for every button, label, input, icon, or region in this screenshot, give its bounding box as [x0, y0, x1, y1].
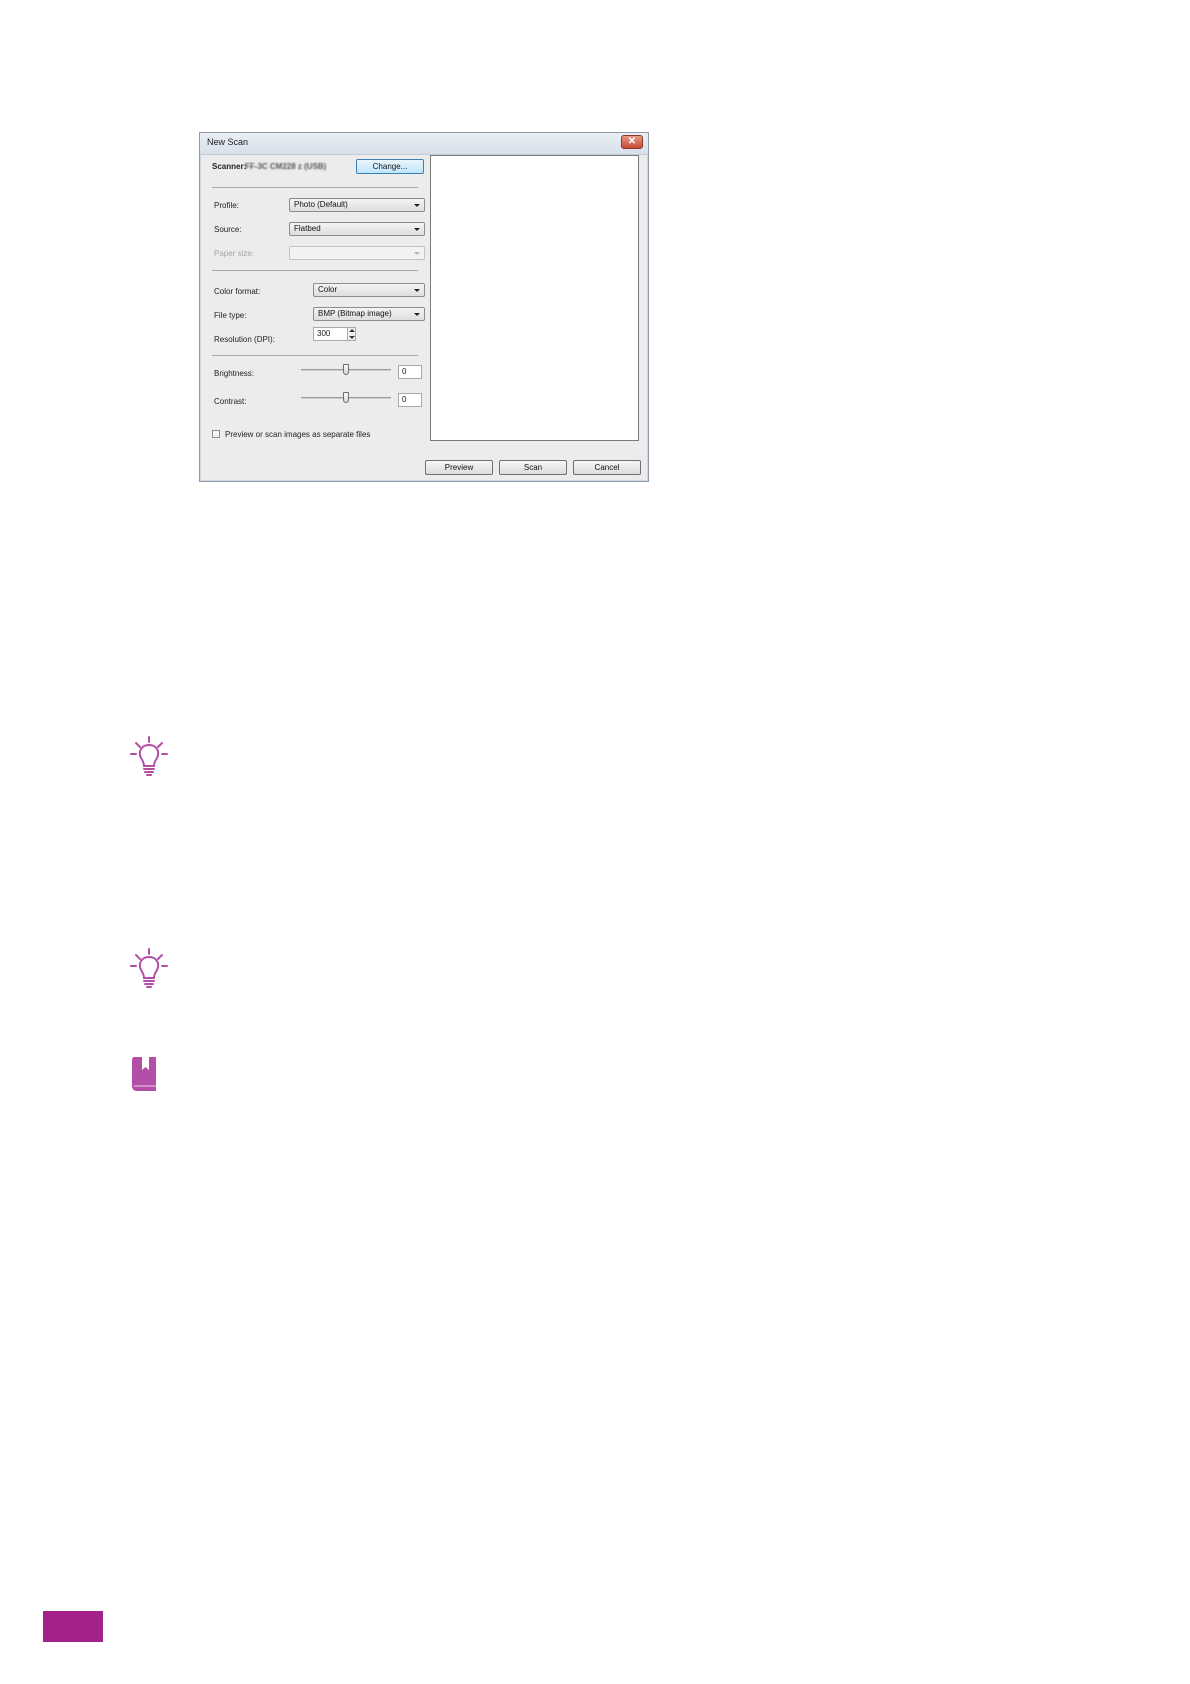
brightness-input[interactable]: 0 — [398, 365, 422, 379]
brightness-label: Brightness: — [214, 369, 255, 378]
contrast-label: Contrast: — [214, 397, 247, 406]
preview-button[interactable]: Preview — [425, 460, 493, 475]
chevron-down-icon — [414, 289, 420, 292]
title-bar[interactable]: New Scan ✕ — [200, 133, 648, 155]
resolution-spinner[interactable] — [347, 327, 356, 341]
divider — [212, 355, 418, 356]
cancel-button[interactable]: Cancel — [573, 460, 641, 475]
close-button[interactable]: ✕ — [621, 135, 643, 149]
contrast-input[interactable]: 0 — [398, 393, 422, 407]
color-format-select[interactable]: Color — [313, 283, 425, 297]
color-format-value: Color — [318, 285, 338, 294]
source-select[interactable]: Flatbed — [289, 222, 425, 236]
source-label: Source: — [214, 225, 242, 234]
divider — [212, 187, 418, 188]
scan-button[interactable]: Scan — [499, 460, 567, 475]
color-format-label: Color format: — [214, 287, 261, 296]
chevron-down-icon — [414, 228, 420, 231]
dialog-title: New Scan — [207, 137, 249, 147]
paper-size-select — [289, 246, 425, 260]
separate-files-label: Preview or scan images as separate files — [225, 430, 371, 439]
source-value: Flatbed — [294, 224, 321, 233]
profile-value: Photo (Default) — [294, 200, 348, 209]
scanner-label: Scanner: — [212, 162, 247, 171]
lightbulb-icon — [130, 736, 168, 776]
file-type-value: BMP (Bitmap image) — [318, 309, 392, 318]
spin-down-icon[interactable] — [349, 336, 355, 339]
spin-up-icon[interactable] — [349, 329, 355, 332]
chevron-down-icon — [414, 313, 420, 316]
file-type-select[interactable]: BMP (Bitmap image) — [313, 307, 425, 321]
change-scanner-button[interactable]: Change... — [356, 159, 424, 174]
chevron-down-icon — [414, 252, 420, 255]
resolution-label: Resolution (DPI): — [214, 335, 275, 344]
scan-preview-area — [430, 155, 639, 441]
scanner-name: FF-3C CM228 z (USB) — [245, 162, 327, 171]
page-footer-tab — [43, 1611, 103, 1642]
file-type-label: File type: — [214, 311, 247, 320]
separate-files-checkbox[interactable] — [212, 430, 220, 438]
chevron-down-icon — [414, 204, 420, 207]
brightness-slider-thumb[interactable] — [343, 364, 349, 375]
profile-select[interactable]: Photo (Default) — [289, 198, 425, 212]
resolution-input[interactable]: 300 — [313, 327, 348, 341]
profile-label: Profile: — [214, 201, 239, 210]
paper-size-label: Paper size: — [214, 249, 255, 258]
divider — [212, 270, 418, 271]
book-icon — [132, 1057, 156, 1091]
lightbulb-icon — [130, 948, 168, 988]
contrast-slider-thumb[interactable] — [343, 392, 349, 403]
